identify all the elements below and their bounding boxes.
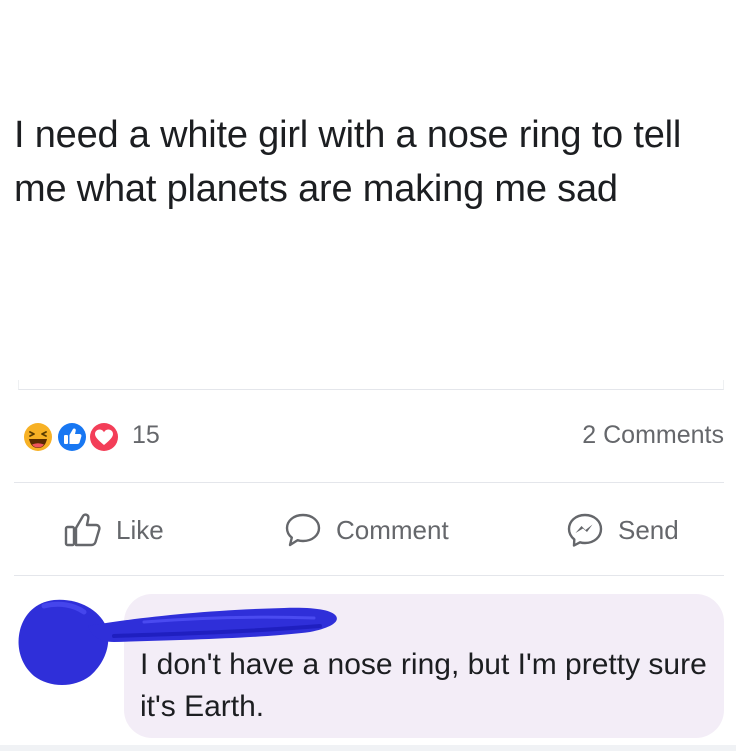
reactions-bar[interactable]: 15 2 Comments xyxy=(0,414,736,458)
commenter-name-redacted[interactable] xyxy=(84,596,344,646)
messenger-icon xyxy=(566,512,604,548)
facebook-post: I need a white girl with a nose ring to … xyxy=(0,0,736,751)
send-button[interactable]: Send xyxy=(566,510,679,550)
love-icon xyxy=(88,421,120,453)
comment-label: Comment xyxy=(336,514,449,545)
speech-bubble-icon xyxy=(284,512,322,548)
reaction-count[interactable]: 15 xyxy=(132,421,160,450)
send-label: Send xyxy=(618,514,679,545)
divider xyxy=(14,482,724,483)
comment-text: I don't have a nose ring, but I'm pretty… xyxy=(140,648,707,723)
post-text: I need a white girl with a nose ring to … xyxy=(14,114,682,210)
link-preview-edge xyxy=(18,380,724,390)
haha-icon xyxy=(22,421,54,453)
post-actions: Like Comment Send xyxy=(0,500,736,560)
reaction-icons[interactable] xyxy=(14,420,124,454)
divider xyxy=(14,575,724,576)
bottom-edge xyxy=(0,745,736,751)
comments-count[interactable]: 2 Comments xyxy=(582,421,724,450)
thumbs-up-icon xyxy=(64,512,102,548)
like-button[interactable]: Like xyxy=(64,510,164,550)
like-icon xyxy=(56,421,88,453)
comment-button[interactable]: Comment xyxy=(284,510,449,550)
like-label: Like xyxy=(116,514,164,545)
